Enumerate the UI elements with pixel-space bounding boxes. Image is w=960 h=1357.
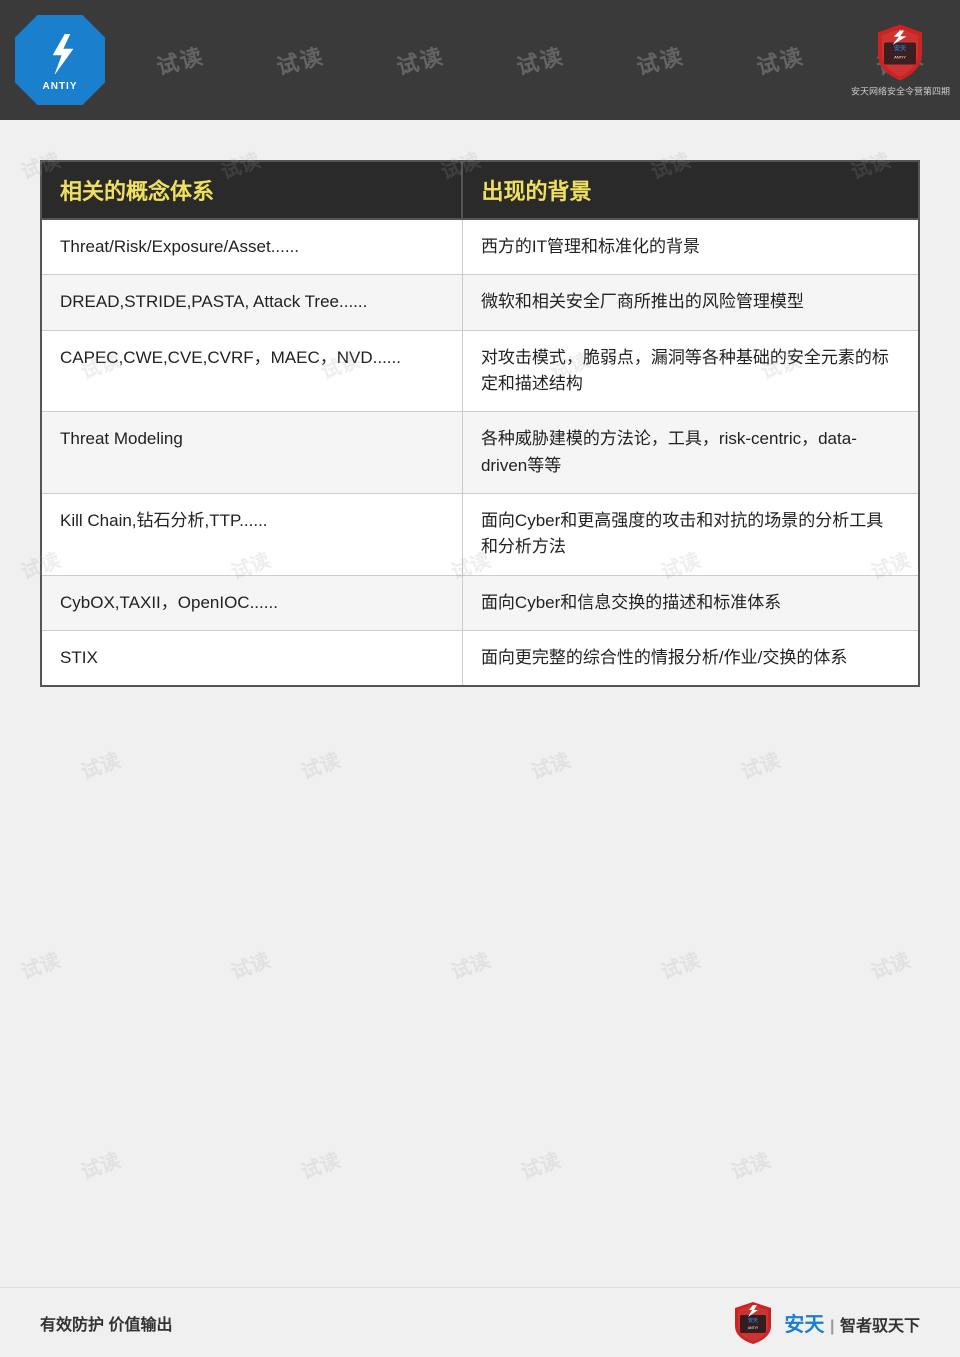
antiy-logo-icon [35, 29, 85, 79]
cell-left-0: Threat/Risk/Exposure/Asset...... [41, 219, 462, 275]
header-watermarks: 试读 试读 试读 试读 试读 试读 试读 试读 [0, 0, 960, 120]
cell-right-1: 微软和相关安全厂商所推出的风险管理模型 [462, 275, 919, 330]
svg-text:ANTIY: ANTIY [748, 1326, 759, 1330]
brand-blue: 安天 [784, 1314, 824, 1336]
header: 试读 试读 试读 试读 试读 试读 试读 试读 ANTIY 安天 ANTIY 安… [0, 0, 960, 120]
table-row: DREAD,STRIDE,PASTA, Attack Tree......微软和… [41, 275, 919, 330]
cell-left-6: STIX [41, 631, 462, 687]
antiy-tagline: 安天网络安全令营第四期 [851, 85, 950, 98]
concept-table: 相关的概念体系 出现的背景 Threat/Risk/Exposure/Asset… [40, 160, 920, 687]
cell-left-3: Threat Modeling [41, 412, 462, 494]
footer-brand-text: 安天 | 智者驭天下 [784, 1308, 920, 1337]
page-wm-17: 试读 [526, 744, 574, 785]
table-row: CybOX,TAXII，OpenIOC......面向Cyber和信息交换的描述… [41, 575, 919, 630]
page-wm-15: 试读 [76, 744, 124, 785]
cell-right-3: 各种威胁建模的方法论，工具，risk-centric，data-driven等等 [462, 412, 919, 494]
page-wm-24: 试读 [76, 1144, 124, 1185]
footer-logo-area: 安天 ANTIY 安天 | 智者驭天下 [731, 1300, 920, 1345]
cell-right-0: 西方的IT管理和标准化的背景 [462, 219, 919, 275]
brand-black: 智者驭天下 [840, 1318, 920, 1335]
table-row: Threat Modeling各种威胁建模的方法论，工具，risk-centri… [41, 412, 919, 494]
page-wm-27: 试读 [726, 1144, 774, 1185]
table-row: CAPEC,CWE,CVE,CVRF，MAEC，NVD......对攻击模式，脆… [41, 330, 919, 412]
page-wm-22: 试读 [656, 944, 704, 985]
cell-right-5: 面向Cyber和信息交换的描述和标准体系 [462, 575, 919, 630]
wm2: 试读 [153, 38, 208, 81]
table-row: STIX面向更完整的综合性的情报分析/作业/交换的体系 [41, 631, 919, 687]
antiy-shield-icon: 安天 ANTIY [870, 23, 930, 83]
brand-divider: | [830, 1318, 834, 1335]
page-wm-26: 试读 [516, 1144, 564, 1185]
header-right-logo: 安天 ANTIY 安天网络安全令营第四期 [851, 23, 950, 98]
page-wm-25: 试读 [296, 1144, 344, 1185]
col2-header: 出现的背景 [462, 161, 919, 219]
page-wm-23: 试读 [866, 944, 914, 985]
table-row: Kill Chain,钻石分析,TTP......面向Cyber和更高强度的攻击… [41, 494, 919, 576]
svg-text:ANTIY: ANTIY [895, 55, 907, 60]
cell-left-4: Kill Chain,钻石分析,TTP...... [41, 494, 462, 576]
footer-logo-icon: 安天 ANTIY [731, 1300, 776, 1345]
cell-right-2: 对攻击模式，脆弱点，漏洞等各种基础的安全元素的标定和描述结构 [462, 330, 919, 412]
col1-header: 相关的概念体系 [41, 161, 462, 219]
wm4: 试读 [393, 38, 448, 81]
cell-left-1: DREAD,STRIDE,PASTA, Attack Tree...... [41, 275, 462, 330]
page-wm-19: 试读 [16, 944, 64, 985]
cell-left-5: CybOX,TAXII，OpenIOC...... [41, 575, 462, 630]
main-content: 相关的概念体系 出现的背景 Threat/Risk/Exposure/Asset… [0, 120, 960, 717]
svg-text:安天: 安天 [894, 45, 906, 53]
footer: 有效防护 价值输出 安天 ANTIY 安天 | 智者驭天下 [0, 1287, 960, 1357]
page-wm-20: 试读 [226, 944, 274, 985]
page-wm-18: 试读 [736, 744, 784, 785]
cell-right-6: 面向更完整的综合性的情报分析/作业/交换的体系 [462, 631, 919, 687]
antiy-logo: ANTIY [15, 15, 105, 105]
svg-text:安天: 安天 [748, 1317, 759, 1324]
page-wm-21: 试读 [446, 944, 494, 985]
footer-tagline: 有效防护 价值输出 [40, 1311, 172, 1335]
wm6: 试读 [633, 38, 688, 81]
wm5: 试读 [513, 38, 568, 81]
table-row: Threat/Risk/Exposure/Asset......西方的IT管理和… [41, 219, 919, 275]
page-wm-16: 试读 [296, 744, 344, 785]
wm7: 试读 [753, 38, 808, 81]
cell-right-4: 面向Cyber和更高强度的攻击和对抗的场景的分析工具和分析方法 [462, 494, 919, 576]
logo-label: ANTIY [43, 81, 78, 92]
cell-left-2: CAPEC,CWE,CVE,CVRF，MAEC，NVD...... [41, 330, 462, 412]
wm3: 试读 [273, 38, 328, 81]
